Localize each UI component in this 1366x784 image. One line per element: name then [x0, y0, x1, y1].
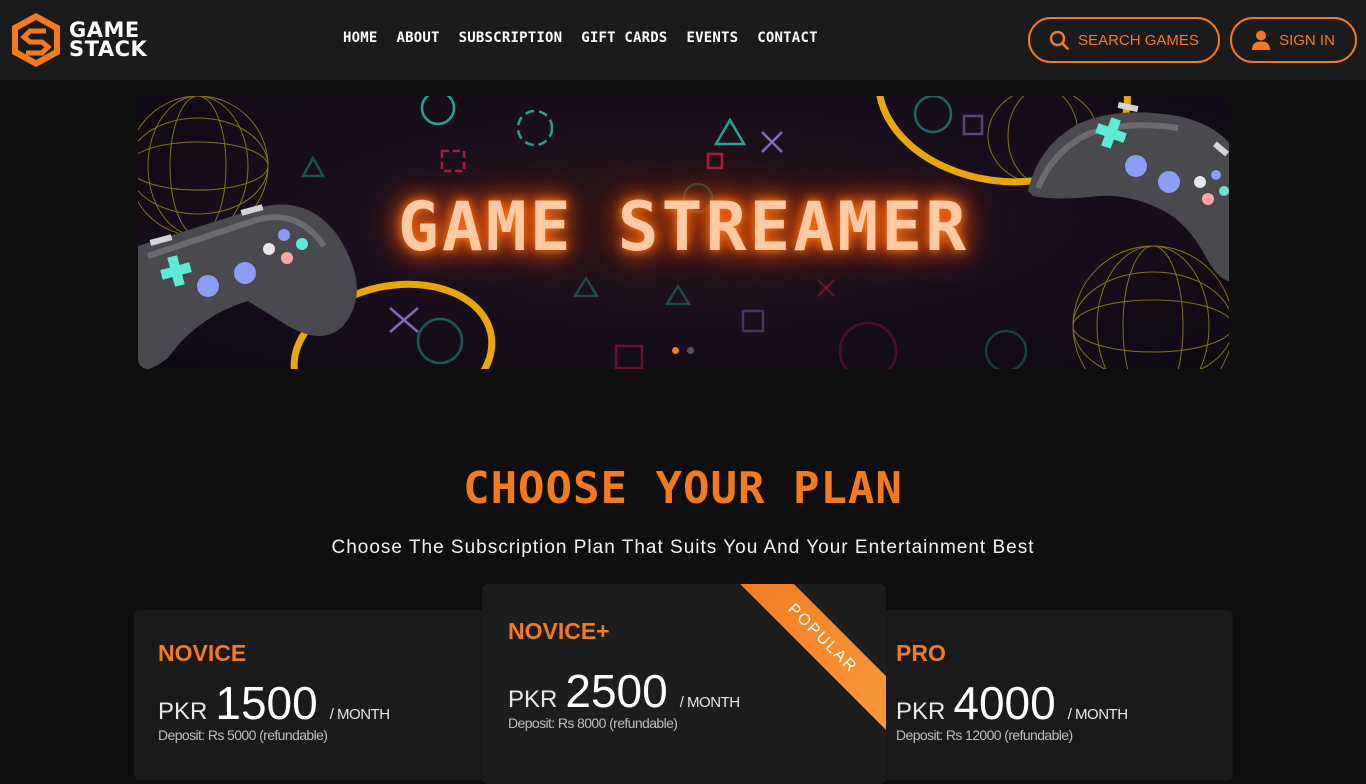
plan-price: PKR 1500 / MONTH: [158, 676, 390, 730]
plan-name: NOVICE+: [508, 618, 610, 644]
plan-card-novice-plus[interactable]: NOVICE+ PKR 2500 / MONTH Deposit: Rs 800…: [482, 584, 886, 784]
nav-item-contact[interactable]: CONTACT: [757, 30, 817, 46]
main-nav: HOME ABOUT SUBSCRIPTION GIFT CARDS EVENT…: [343, 30, 837, 46]
search-games-label: SEARCH GAMES: [1078, 31, 1199, 49]
search-icon: [1049, 30, 1069, 50]
brand-name: GAME STACK: [69, 20, 148, 61]
plan-card-novice[interactable]: NOVICE PKR 1500 / MONTH Deposit: Rs 5000…: [134, 610, 486, 780]
plan-deposit: Deposit: Rs 12000 (refundable): [896, 727, 1073, 743]
plans-subtitle: Choose The Subscription Plan That Suits …: [331, 537, 1035, 558]
search-games-button[interactable]: SEARCH GAMES: [1028, 17, 1220, 63]
plan-name: PRO: [896, 640, 946, 666]
popular-badge: POPULAR: [730, 584, 886, 731]
brand-name-line2: STACK: [69, 37, 148, 61]
user-icon: [1252, 30, 1271, 50]
plan-deposit: Deposit: Rs 5000 (refundable): [158, 727, 328, 743]
game-stack-logo-icon: [12, 13, 60, 67]
nav-item-gift-cards[interactable]: GIFT CARDS: [581, 30, 667, 46]
plan-price: PKR 2500 / MONTH: [508, 664, 740, 718]
site-header: GAME STACK HOME ABOUT SUBSCRIPTION GIFT …: [0, 0, 1366, 80]
plan-amount: 4000: [953, 677, 1056, 729]
brand-logo[interactable]: GAME STACK: [10, 11, 147, 69]
plan-period: / MONTH: [329, 706, 390, 723]
sign-in-button[interactable]: SIGN IN: [1230, 17, 1357, 63]
plan-name: NOVICE: [158, 640, 247, 666]
nav-item-subscription[interactable]: SUBSCRIPTION: [459, 30, 563, 46]
plan-currency: PKR: [896, 698, 946, 725]
plan-period: / MONTH: [679, 694, 740, 711]
plan-amount: 1500: [215, 677, 318, 729]
banner-title: GAME STREAMER: [397, 188, 970, 267]
sign-in-label: SIGN IN: [1279, 31, 1335, 49]
nav-item-home[interactable]: HOME: [343, 30, 378, 46]
hero-banner[interactable]: GAME STREAMER: [138, 96, 1229, 369]
carousel-dot[interactable]: [687, 347, 694, 354]
plan-price: PKR 4000 / MONTH: [896, 676, 1128, 730]
nav-item-about[interactable]: ABOUT: [397, 30, 440, 46]
plan-period: / MONTH: [1067, 706, 1128, 723]
carousel-dots: [672, 347, 702, 354]
plan-currency: PKR: [508, 686, 558, 713]
plan-amount: 2500: [565, 665, 668, 717]
plan-deposit: Deposit: Rs 8000 (refundable): [508, 715, 678, 731]
plans-heading: CHOOSE YOUR PLAN: [463, 463, 903, 514]
nav-item-events[interactable]: EVENTS: [687, 30, 739, 46]
plan-card-pro[interactable]: PRO PKR 4000 / MONTH Deposit: Rs 12000 (…: [872, 610, 1233, 780]
plan-currency: PKR: [158, 698, 208, 725]
carousel-dot[interactable]: [672, 347, 679, 354]
